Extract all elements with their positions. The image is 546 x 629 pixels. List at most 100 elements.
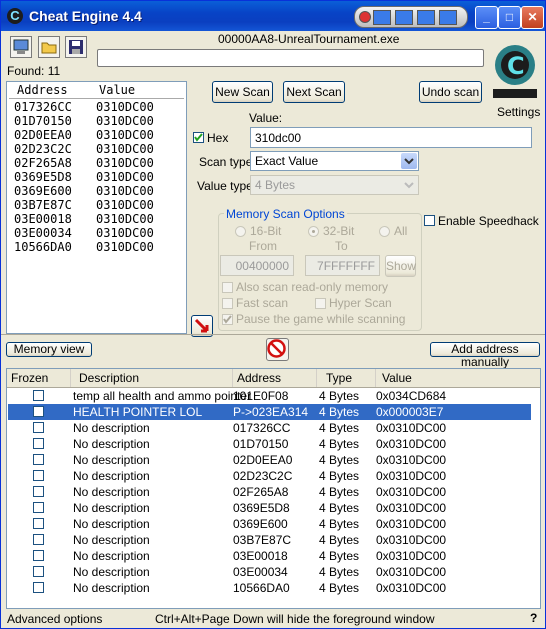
frozen-checkbox[interactable] (33, 582, 44, 593)
arrange-icon[interactable] (417, 10, 435, 25)
frozen-checkbox[interactable] (33, 406, 44, 417)
scan-type-select[interactable]: Exact Value (250, 151, 419, 171)
table-row[interactable]: No description 0369E600 4 Bytes 0x0310DC00 (8, 516, 531, 532)
table-row[interactable]: No description 03E00034 4 Bytes 0x0310DC00 (8, 564, 531, 580)
table-row[interactable]: No description 01D70150 4 Bytes 0x0310DC00 (8, 436, 531, 452)
frozen-checkbox[interactable] (33, 534, 44, 545)
result-value[interactable]: 0310DC00 (96, 226, 154, 240)
radio-32bit[interactable] (308, 226, 319, 237)
result-address[interactable]: 017326CC (14, 100, 72, 114)
hyper-scan-label: Hyper Scan (329, 296, 392, 310)
result-value[interactable]: 0310DC00 (96, 212, 154, 226)
result-value[interactable]: 0310DC00 (96, 184, 154, 198)
next-scan-button[interactable]: Next Scan (283, 81, 345, 103)
result-address[interactable]: 03E00034 (14, 226, 72, 240)
result-address[interactable]: 02D0EEA0 (14, 128, 72, 142)
frozen-checkbox[interactable] (33, 390, 44, 401)
result-value[interactable]: 0310DC00 (96, 142, 154, 156)
chevron-down-icon[interactable] (401, 153, 417, 169)
frozen-checkbox[interactable] (33, 566, 44, 577)
hex-checkbox[interactable] (193, 132, 204, 143)
speedhack-label: Enable Speedhack (438, 214, 539, 228)
result-address[interactable]: 10566DA0 (14, 240, 72, 254)
table-row[interactable]: No description 0369E5D8 4 Bytes 0x0310DC00 (8, 500, 531, 516)
table-row[interactable]: No description 02D0EEA0 4 Bytes 0x0310DC00 (8, 452, 531, 468)
result-value[interactable]: 0310DC00 (96, 198, 154, 212)
address-list[interactable]: Frozen Description Address Type Value te… (6, 368, 541, 609)
table-row[interactable]: No description 02D23C2C 4 Bytes 0x0310DC00 (8, 468, 531, 484)
results-header-value[interactable]: Value (99, 83, 135, 97)
result-value[interactable]: 0310DC00 (96, 156, 154, 170)
scan-results-list[interactable]: Address Value 017326CC 0310DC00 01D70150 03… (6, 81, 187, 334)
table-row[interactable]: No description 03E00018 4 Bytes 0x0310DC00 (8, 548, 531, 564)
maximize-button[interactable]: □ (498, 6, 521, 29)
table-row[interactable]: No description 03B7E87C 4 Bytes 0x0310DC00 (8, 532, 531, 548)
chevron-down-icon[interactable] (401, 177, 417, 193)
table-row[interactable]: temp all health and ammo pointer 101E0F08… (8, 388, 531, 404)
table-row[interactable]: No description 02F265A8 4 Bytes 0x0310DC00 (8, 484, 531, 500)
to-address-input[interactable] (305, 255, 380, 276)
hyper-scan-checkbox[interactable] (315, 298, 326, 309)
minimize-button[interactable]: _ (475, 6, 498, 29)
result-address[interactable]: 0369E600 (14, 184, 72, 198)
frozen-checkbox[interactable] (33, 438, 44, 449)
add-address-manually-button[interactable]: Add address manually (430, 342, 540, 369)
fast-scan-checkbox[interactable] (222, 298, 233, 309)
radio-all[interactable] (379, 226, 390, 237)
speedhack-checkbox[interactable] (424, 215, 435, 226)
value-type-select[interactable]: 4 Bytes (250, 175, 419, 195)
frozen-checkbox[interactable] (33, 518, 44, 529)
frozen-checkbox[interactable] (33, 470, 44, 481)
clear-list-button[interactable] (266, 338, 289, 361)
header-type[interactable]: Type (322, 369, 376, 387)
header-frozen[interactable]: Frozen (7, 369, 71, 387)
frozen-checkbox[interactable] (33, 454, 44, 465)
new-scan-button[interactable]: New Scan (212, 81, 273, 103)
result-address[interactable]: 03B7E87C (14, 198, 72, 212)
header-description[interactable]: Description (75, 369, 233, 387)
pause-game-checkbox[interactable] (222, 314, 233, 325)
table-row[interactable]: HEALTH POINTER LOL P->023EA314 4 Bytes 0x00… (8, 404, 531, 420)
result-address[interactable]: 03E00018 (14, 212, 72, 226)
advanced-options-link[interactable]: Advanced options (7, 612, 102, 626)
result-address[interactable]: 0369E5D8 (14, 170, 72, 184)
save-file-button[interactable] (65, 36, 87, 58)
result-address[interactable]: 02F265A8 (14, 156, 72, 170)
result-value[interactable]: 0310DC00 (96, 100, 154, 114)
result-value[interactable]: 0310DC00 (96, 114, 154, 128)
open-file-button[interactable] (38, 36, 60, 58)
show-button[interactable]: Show (385, 255, 416, 277)
table-row[interactable]: No description 10566DA0 4 Bytes 0x0310DC00 (8, 580, 531, 596)
settings-logo[interactable]: C (489, 37, 541, 103)
result-value[interactable]: 0310DC00 (96, 128, 154, 142)
frozen-checkbox[interactable] (33, 550, 44, 561)
frozen-checkbox[interactable] (33, 486, 44, 497)
readonly-checkbox[interactable] (222, 282, 233, 293)
close-button[interactable]: ✕ (521, 6, 544, 29)
row-address: 017326CC (233, 421, 291, 435)
screen-icon[interactable] (439, 10, 457, 25)
memory-view-button[interactable]: Memory view (6, 342, 92, 357)
help-icon[interactable]: ? (530, 611, 537, 625)
settings-label[interactable]: Settings (497, 105, 540, 119)
radio-16bit[interactable] (235, 226, 246, 237)
nvidia-icon[interactable] (373, 10, 391, 25)
result-value[interactable]: 0310DC00 (96, 170, 154, 184)
result-address[interactable]: 02D23C2C (14, 142, 72, 156)
results-header-address[interactable]: Address (17, 83, 68, 97)
scan-value-input[interactable] (250, 127, 532, 148)
open-process-button[interactable] (10, 36, 32, 58)
result-value[interactable]: 0310DC00 (96, 240, 154, 254)
title-bar[interactable]: C Cheat Engine 4.4 _ □ ✕ (1, 1, 545, 31)
header-value[interactable]: Value (378, 369, 540, 387)
undo-scan-button[interactable]: Undo scan (419, 81, 482, 103)
from-address-input[interactable] (220, 255, 294, 276)
frozen-checkbox[interactable] (33, 422, 44, 433)
header-address[interactable]: Address (233, 369, 317, 387)
record-icon[interactable] (359, 11, 371, 23)
window-icon[interactable] (395, 10, 413, 25)
splitter[interactable] (1, 334, 545, 335)
table-row[interactable]: No description 017326CC 4 Bytes 0x0310DC00 (8, 420, 531, 436)
result-address[interactable]: 01D70150 (14, 114, 72, 128)
frozen-checkbox[interactable] (33, 502, 44, 513)
